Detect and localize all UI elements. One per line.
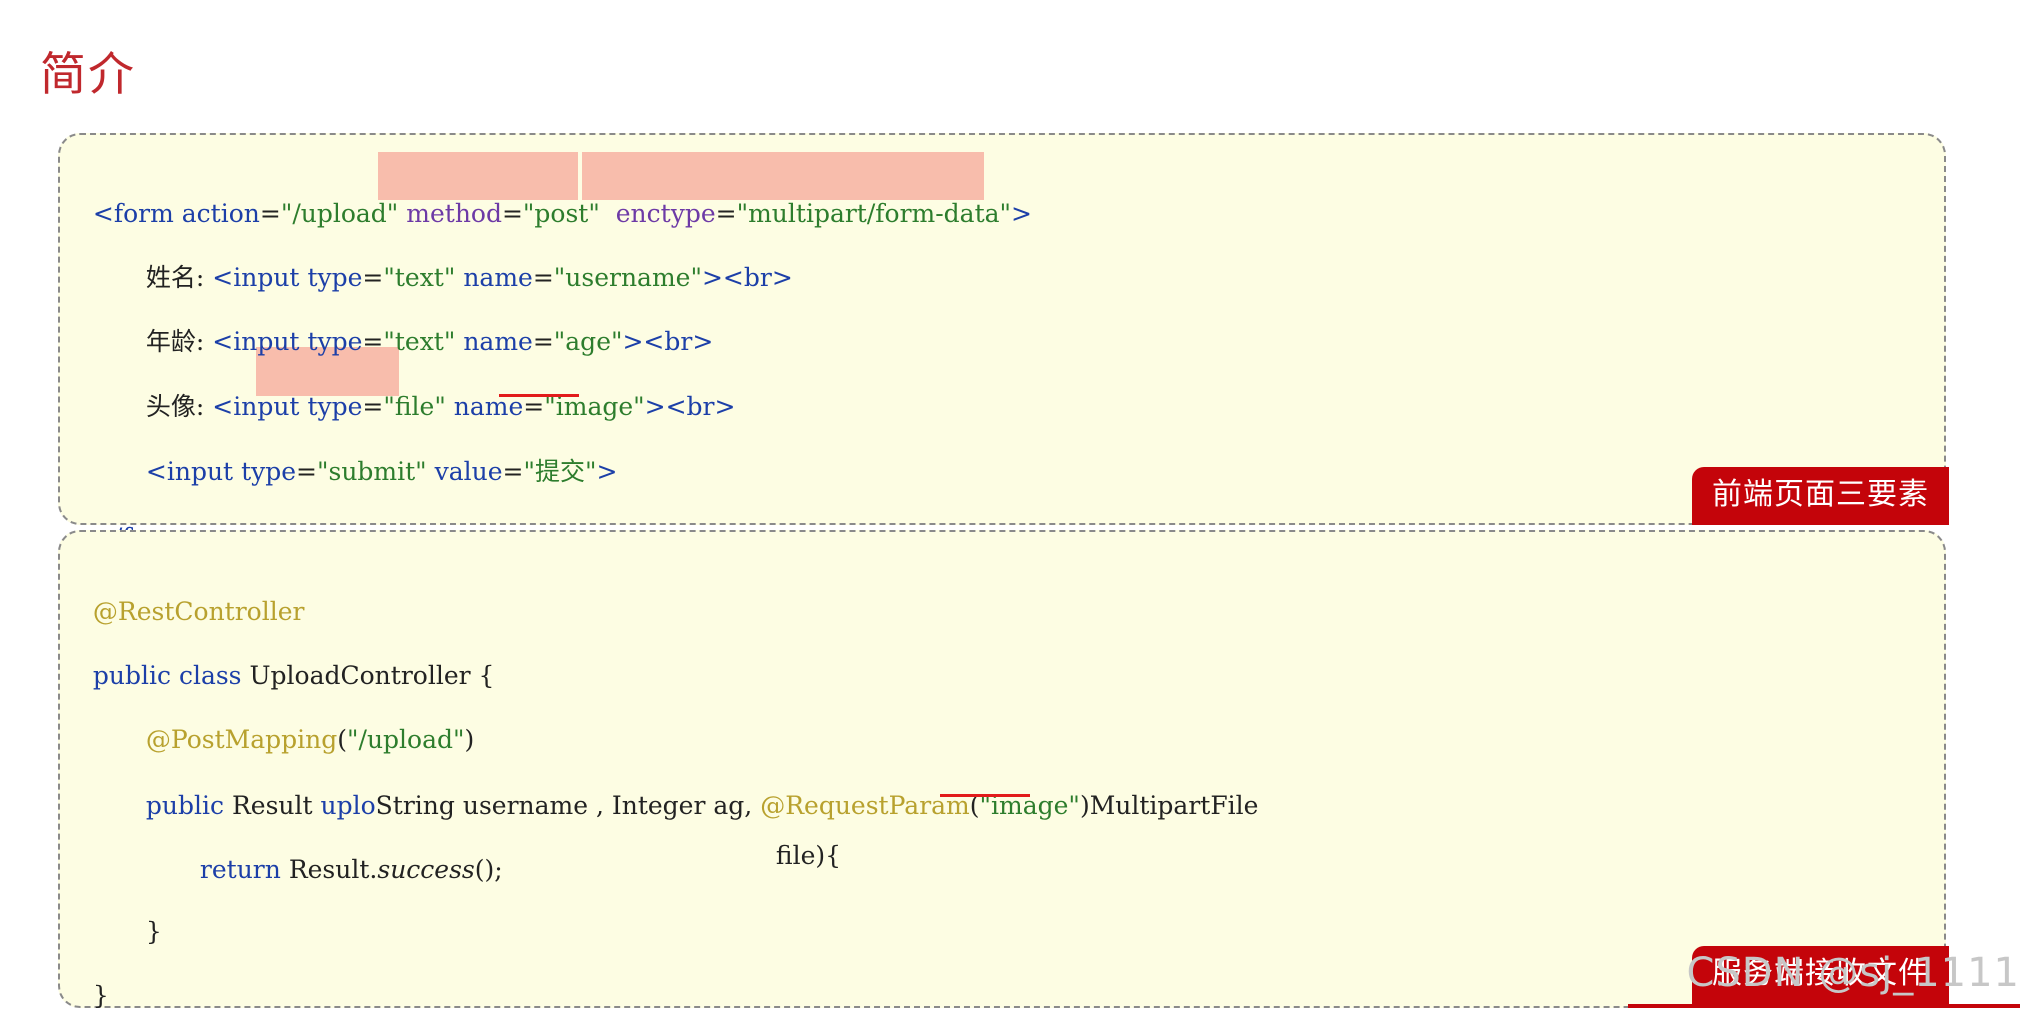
code-token: success <box>377 855 475 884</box>
code-token: )MultipartFile <box>1079 791 1259 820</box>
code-token: ><br> <box>644 392 736 421</box>
code-token: <input <box>212 392 308 421</box>
code-token: > <box>1011 199 1032 228</box>
code-token: @RestController <box>92 597 305 626</box>
code-token: ><br> <box>701 263 793 292</box>
backend-line-1: @RestController <box>77 564 305 628</box>
code-token: name <box>463 327 533 356</box>
code-token: "age" <box>553 327 623 356</box>
code-token: @PostMapping <box>145 725 338 754</box>
code-token: = <box>362 263 384 292</box>
backend-line-6: } <box>130 884 162 948</box>
bottom-accent-line <box>1628 1004 2020 1008</box>
code-token: Result. <box>288 855 378 884</box>
code-token: <input <box>145 457 242 486</box>
code-token: "file" <box>383 392 446 421</box>
backend-line-4b: file){ <box>760 808 841 872</box>
code-token: } <box>92 981 109 1010</box>
backend-line-4: public Result uploString username , Inte… <box>130 758 1259 822</box>
code-token: = <box>296 457 317 486</box>
code-token: = <box>532 263 554 292</box>
code-token: 姓名: <box>145 263 213 292</box>
code-token: ( <box>337 725 348 754</box>
code-token: <input <box>212 327 308 356</box>
code-token: file){ <box>775 841 842 870</box>
code-token: Result <box>231 791 321 820</box>
frontend-line-2: 姓名: <input type="text" name="username"><… <box>130 230 793 294</box>
code-token: uplo <box>320 791 376 820</box>
backend-line-5: return Result.success(); <box>184 822 503 886</box>
frontend-line-5: <input type="submit" value="提交"> <box>130 424 618 488</box>
code-token: "username" <box>553 263 702 292</box>
code-token: type <box>241 457 297 486</box>
underline-name-image <box>499 394 579 397</box>
page-title: 简介 <box>40 47 136 101</box>
code-token: method <box>406 199 502 228</box>
backend-line-7: } <box>77 948 109 1012</box>
code-token: return <box>199 855 289 884</box>
code-token: "post" <box>522 199 600 228</box>
code-token: } <box>145 917 162 946</box>
backend-line-2: public class UploadController { <box>77 628 495 692</box>
code-token: enctype <box>615 199 716 228</box>
code-token: "text" <box>383 327 456 356</box>
code-token: "submit" <box>316 457 427 486</box>
code-token: String username , Integer ag <box>375 791 745 820</box>
csdn-watermark: CSDN @sj_1111 <box>1686 950 2020 996</box>
code-token: = <box>501 199 523 228</box>
code-token: = <box>362 392 384 421</box>
code-token: = <box>715 199 737 228</box>
code-token: public class <box>92 661 250 690</box>
frontend-line-4: 头像: <input type="file" name="image"><br> <box>130 359 736 423</box>
code-token: type <box>307 263 363 292</box>
code-token: ><br> <box>622 327 714 356</box>
code-token: = <box>502 457 524 486</box>
underline-request-param-image <box>940 794 1030 797</box>
code-token: type <box>307 392 363 421</box>
code-token: = <box>532 327 554 356</box>
code-token: 头像: <box>145 392 213 421</box>
code-token: name <box>463 263 533 292</box>
code-token: public <box>145 791 232 820</box>
code-token: "/upload" <box>347 725 465 754</box>
code-token: = <box>362 327 384 356</box>
code-token: "提交" <box>523 457 597 486</box>
code-token: UploadController { <box>249 661 495 690</box>
code-token: (); <box>474 855 503 884</box>
code-token: value <box>434 457 503 486</box>
code-token: type <box>307 327 363 356</box>
code-token: <form <box>92 199 182 228</box>
frontend-line-1: <form action="/upload" method="post" enc… <box>77 166 1032 230</box>
code-token: <input <box>212 263 308 292</box>
code-token: "text" <box>383 263 456 292</box>
frontend-line-3: 年龄: <input type="text" name="age"><br> <box>130 294 713 358</box>
code-token: action <box>181 199 260 228</box>
code-token: "/upload" <box>280 199 399 228</box>
code-token: "multipart/form-data" <box>736 199 1012 228</box>
code-token: = <box>259 199 281 228</box>
code-token: 年龄: <box>145 327 213 356</box>
code-token: > <box>596 457 618 486</box>
backend-line-3: @PostMapping("/upload") <box>130 692 474 756</box>
frontend-badge: 前端页面三要素 <box>1692 467 1949 525</box>
code-token: ) <box>464 725 475 754</box>
code-token: , <box>744 791 761 820</box>
